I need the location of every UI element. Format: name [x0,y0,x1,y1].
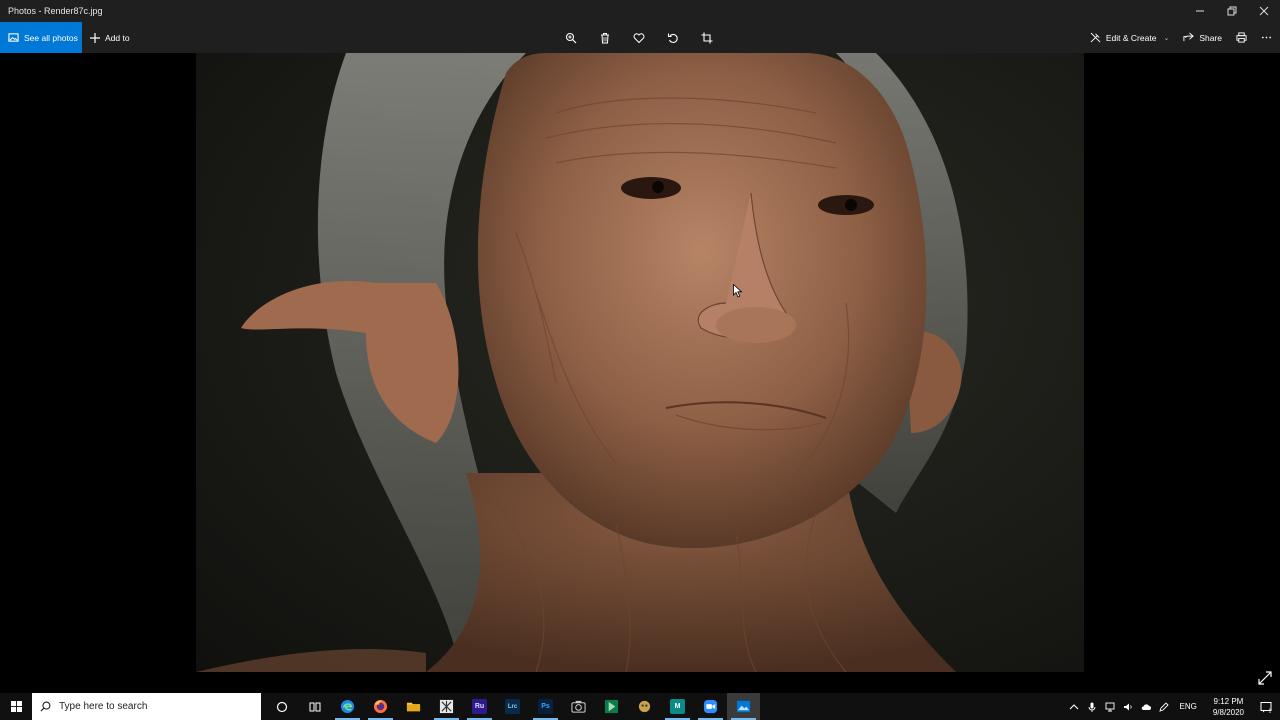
input-language[interactable]: ENG [1180,702,1197,711]
restore-icon [1227,6,1237,16]
restore-button[interactable] [1216,0,1248,22]
circle-icon [276,701,287,712]
mudbox-icon: M [670,699,685,714]
pen-tray-button[interactable] [1158,701,1170,713]
taskbar: Type here to search Ru Lrc Ps M ENG 9:12… [0,693,1280,720]
windows-logo-icon [10,701,22,712]
printer-icon [1236,32,1247,43]
photo-viewer[interactable] [0,53,1280,693]
chevron-down-icon: ⌄ [1163,34,1170,42]
more-options-button[interactable] [1261,32,1272,43]
minimize-icon [1196,10,1204,12]
rotate-icon [667,33,678,43]
photoshop-icon: Ps [538,699,553,714]
task-view-button[interactable] [298,693,331,720]
print-button[interactable] [1236,32,1247,43]
plus-icon [90,32,100,43]
network-icon [1105,702,1114,711]
system-tray: ENG 9:12 PM 9/8/2020 1 [1068,693,1280,720]
close-button[interactable] [1248,0,1280,22]
lightroom-icon: Lrc [505,699,520,714]
taskbar-app-photoshop[interactable]: Ps [529,693,562,720]
onedrive-tray-button[interactable] [1140,701,1152,713]
close-icon [1259,6,1269,16]
zoom-button[interactable] [562,29,579,46]
zoom-in-icon [565,32,576,43]
share-label: Share [1199,32,1222,43]
taskbar-app-rush[interactable]: Ru [463,693,496,720]
clock-date: 9/8/2020 [1212,707,1244,717]
taskbar-search-box[interactable]: Type here to search [32,693,261,720]
portrait-render-image [196,53,968,672]
taskbar-app-camera[interactable] [562,693,595,720]
photos-icon [736,700,751,713]
add-to-button[interactable]: Add to [90,32,130,43]
marmoset-icon [638,700,651,713]
clock-time: 9:12 PM [1213,696,1244,706]
show-hidden-icons-button[interactable] [1068,701,1080,713]
taskbar-app-marmoset[interactable] [628,693,661,720]
start-button[interactable] [0,693,32,720]
delete-button[interactable] [596,29,613,46]
window-title: Photos - Render87c.jpg [8,6,103,16]
speaker-icon [1123,703,1132,710]
displayed-photo[interactable] [196,53,1084,672]
ellipsis-icon [1262,36,1271,39]
search-placeholder: Type here to search [59,701,148,712]
see-all-photos-label: See all photos [24,32,78,43]
microphone-icon [1088,702,1095,712]
trash-icon [600,32,609,43]
taskbar-app-file-explorer[interactable] [397,693,430,720]
toolbar: See all photos Add to Edit & Create ⌄ Sh… [0,22,1280,53]
edit-create-label: Edit & Create [1105,32,1157,43]
taskbar-app-zoom[interactable] [694,693,727,720]
notification-count: 1 [1269,708,1272,713]
rotate-button[interactable] [664,29,681,46]
network-tray-button[interactable] [1104,701,1116,713]
camera-icon [571,700,586,713]
add-to-label: Add to [105,32,130,43]
title-bar: Photos - Render87c.jpg [0,0,1280,22]
heart-icon [633,32,644,43]
crop-button[interactable] [698,29,715,46]
taskbar-apps: Ru Lrc Ps M [265,693,760,720]
search-icon [40,701,51,712]
video-icon [604,699,619,714]
chevron-up-icon [1069,703,1078,709]
rush-icon: Ru [472,699,487,714]
cortana-button[interactable] [265,693,298,720]
taskbar-app-zbrush[interactable] [430,693,463,720]
zoom-icon [703,699,718,714]
pen-icon [1158,701,1169,712]
taskbar-app-edge[interactable] [331,693,364,720]
taskbar-app-photos[interactable] [727,693,760,720]
notification-icon: 1 [1260,701,1272,713]
cloud-icon [1141,703,1151,710]
edit-icon [1090,32,1101,43]
favorite-button[interactable] [630,29,647,46]
minimize-button[interactable] [1184,0,1216,22]
mouse-cursor-icon [733,284,743,298]
taskbar-app-mudbox[interactable]: M [661,693,694,720]
share-icon [1183,32,1195,42]
edit-create-button[interactable]: Edit & Create ⌄ [1090,32,1169,43]
volume-tray-button[interactable] [1122,701,1134,713]
see-all-photos-button[interactable]: See all photos [0,22,82,53]
edge-icon [340,699,355,714]
microphone-tray-button[interactable] [1086,701,1098,713]
firefox-icon [373,699,388,714]
crop-icon [701,32,712,43]
taskbar-app-video[interactable] [595,693,628,720]
clock[interactable]: 9:12 PM 9/8/2020 [1213,696,1244,718]
expand-icon [1258,671,1272,685]
zbrush-icon [439,699,454,714]
share-button[interactable]: Share [1183,32,1222,43]
full-screen-button[interactable] [1258,671,1272,685]
task-view-icon [309,702,320,711]
photos-icon [8,33,19,42]
taskbar-app-firefox[interactable] [364,693,397,720]
taskbar-app-lightroom[interactable]: Lrc [496,693,529,720]
action-center-button[interactable]: 1 [1256,693,1276,720]
folder-icon [406,702,421,712]
